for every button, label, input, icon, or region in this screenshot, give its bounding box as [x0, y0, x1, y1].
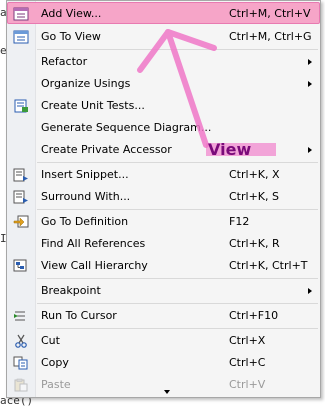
menu-item-shortcut: Ctrl+K, R	[229, 237, 280, 250]
menu-item-go-to-definition[interactable]: Go To Definition F12	[7, 211, 320, 233]
menu-item-shortcut: Ctrl+K, S	[229, 190, 279, 203]
menu-item-copy[interactable]: Copy Ctrl+C	[7, 352, 320, 374]
menu-item-shortcut: Ctrl+M, Ctrl+G	[229, 30, 312, 43]
menu-item-refactor[interactable]: Refactor	[7, 51, 320, 73]
menu-item-shortcut: Ctrl+F10	[229, 309, 279, 322]
submenu-arrow-icon	[308, 81, 312, 87]
menu-item-label: Insert Snippet...	[41, 168, 129, 181]
annotation-label: View	[208, 140, 252, 159]
menu-separator	[37, 162, 318, 163]
menu-item-shortcut: F12	[229, 215, 250, 228]
submenu-arrow-icon	[308, 288, 312, 294]
surround-with-icon	[13, 190, 28, 204]
menu-item-insert-snippet[interactable]: Insert Snippet... Ctrl+K, X	[7, 164, 320, 186]
menu-item-label: Create Private Accessor	[41, 143, 172, 156]
menu-item-label: Go To View	[41, 30, 101, 43]
menu-item-label: Paste	[41, 378, 71, 391]
menu-item-label: Refactor	[41, 55, 88, 68]
menu-item-breakpoint[interactable]: Breakpoint	[7, 280, 320, 302]
menu-item-label: Generate Sequence Diagram...	[41, 121, 212, 134]
insert-snippet-icon	[13, 168, 28, 182]
menu-item-organize-usings[interactable]: Organize Usings	[7, 73, 320, 95]
menu-separator	[37, 328, 318, 329]
go-to-view-icon	[13, 30, 29, 44]
menu-item-cut[interactable]: Cut Ctrl+X	[7, 330, 320, 352]
menu-separator	[37, 303, 318, 304]
menu-separator	[37, 209, 318, 210]
menu-item-label: Surround With...	[41, 190, 131, 203]
menu-item-shortcut: Ctrl+C	[229, 356, 266, 369]
add-view-icon	[13, 7, 29, 21]
menu-scroll-down-icon[interactable]	[164, 390, 170, 394]
scissors-icon	[15, 334, 27, 348]
menu-item-shortcut: Ctrl+K, Ctrl+T	[229, 259, 308, 272]
context-menu: Add View... Ctrl+M, Ctrl+V Go To View Ct…	[6, 0, 321, 398]
menu-item-shortcut: Ctrl+K, X	[229, 168, 280, 181]
menu-item-label: View Call Hierarchy	[41, 259, 148, 272]
submenu-arrow-icon	[308, 59, 312, 65]
menu-item-find-all-references[interactable]: Find All References Ctrl+K, R	[7, 233, 320, 255]
menu-item-label: Cut	[41, 334, 60, 347]
menu-item-label: Breakpoint	[41, 284, 101, 297]
menu-item-add-view[interactable]: Add View... Ctrl+M, Ctrl+V	[7, 3, 320, 25]
menu-item-label: Run To Cursor	[41, 309, 117, 322]
call-hierarchy-icon	[13, 259, 27, 272]
menu-item-label: Add View...	[41, 7, 102, 20]
menu-item-run-to-cursor[interactable]: Run To Cursor Ctrl+F10	[7, 305, 320, 327]
menu-item-label: Organize Usings	[41, 77, 131, 90]
unit-tests-icon	[14, 99, 28, 113]
menu-item-shortcut: Ctrl+X	[229, 334, 266, 347]
menu-separator	[37, 278, 318, 279]
menu-separator	[37, 49, 318, 50]
go-to-definition-icon	[13, 215, 29, 228]
menu-item-label: Find All References	[41, 237, 146, 250]
menu-item-label: Copy	[41, 356, 69, 369]
paste-icon	[14, 378, 28, 392]
menu-item-go-to-view[interactable]: Go To View Ctrl+M, Ctrl+G	[7, 26, 320, 48]
submenu-arrow-icon	[308, 147, 312, 153]
menu-item-label: Go To Definition	[41, 215, 129, 228]
menu-item-shortcut: Ctrl+M, Ctrl+V	[229, 7, 311, 20]
menu-item-shortcut: Ctrl+V	[229, 378, 266, 391]
menu-item-surround-with[interactable]: Surround With... Ctrl+K, S	[7, 186, 320, 208]
copy-icon	[13, 356, 28, 370]
menu-item-view-call-hierarchy[interactable]: View Call Hierarchy Ctrl+K, Ctrl+T	[7, 255, 320, 277]
run-to-cursor-icon	[14, 311, 25, 321]
menu-item-create-unit-tests[interactable]: Create Unit Tests...	[7, 95, 320, 117]
menu-item-generate-sequence-diagram[interactable]: Generate Sequence Diagram...	[7, 117, 320, 139]
menu-item-label: Create Unit Tests...	[41, 99, 145, 112]
